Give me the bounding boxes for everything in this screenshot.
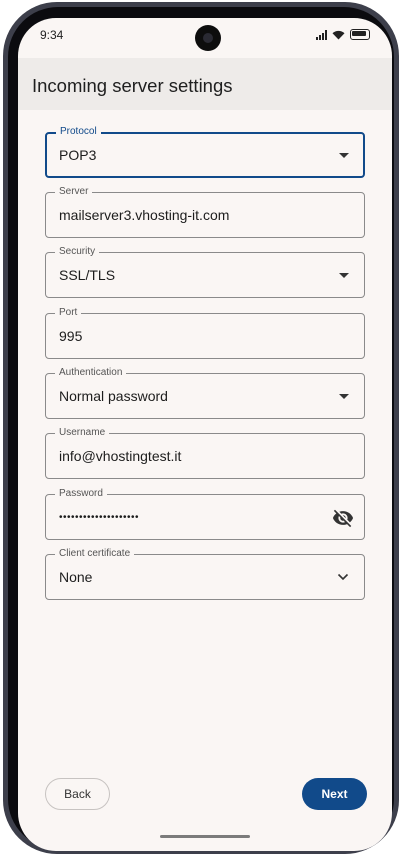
security-dropdown[interactable]: Security SSL/TLS	[45, 246, 365, 298]
battery-icon	[350, 29, 370, 40]
password-label: Password	[55, 488, 107, 500]
status-icons	[316, 29, 370, 40]
protocol-value: POP3	[59, 147, 97, 163]
username-label: Username	[55, 427, 110, 439]
username-value: info@vhostingtest.it	[59, 448, 182, 464]
server-label: Server	[55, 186, 93, 198]
next-button[interactable]: Next	[302, 778, 367, 810]
server-field[interactable]: Server mailserver3.vhosting-it.com	[45, 186, 365, 238]
status-bar: 9:34	[18, 18, 392, 58]
visibility-off-icon[interactable]	[332, 507, 354, 529]
port-label: Port	[55, 307, 82, 319]
security-label: Security	[55, 246, 100, 258]
security-value: SSL/TLS	[59, 267, 116, 283]
port-value: 995	[59, 328, 83, 344]
chevron-down-icon	[337, 573, 349, 581]
server-value: mailserver3.vhosting-it.com	[59, 207, 230, 223]
authentication-dropdown[interactable]: Authentication Normal password	[45, 367, 365, 419]
wifi-icon	[332, 30, 345, 39]
client-certificate-label: Client certificate	[55, 548, 135, 560]
back-button[interactable]: Back	[45, 778, 110, 810]
dropdown-arrow-icon	[339, 153, 349, 158]
front-camera	[195, 25, 221, 51]
signal-icon	[316, 29, 327, 40]
home-indicator[interactable]	[160, 835, 250, 838]
port-field[interactable]: Port 995	[45, 307, 365, 359]
authentication-value: Normal password	[59, 388, 168, 404]
app-bar: Incoming server settings	[18, 58, 392, 110]
dropdown-arrow-icon	[339, 394, 349, 399]
dropdown-arrow-icon	[339, 273, 349, 278]
page-title: Incoming server settings	[32, 75, 233, 96]
screen: 9:34 Incoming server settings Protocol P…	[18, 18, 392, 851]
password-field[interactable]: Password ••••••••••••••••••••	[45, 488, 365, 540]
protocol-dropdown[interactable]: Protocol POP3	[45, 126, 365, 178]
password-value: ••••••••••••••••••••	[59, 512, 140, 523]
username-field[interactable]: Username info@vhostingtest.it	[45, 427, 365, 479]
status-time: 9:34	[40, 28, 64, 42]
client-certificate-dropdown[interactable]: Client certificate None	[45, 548, 365, 600]
client-certificate-value: None	[59, 569, 93, 585]
protocol-label: Protocol	[56, 126, 101, 138]
authentication-label: Authentication	[55, 367, 127, 379]
